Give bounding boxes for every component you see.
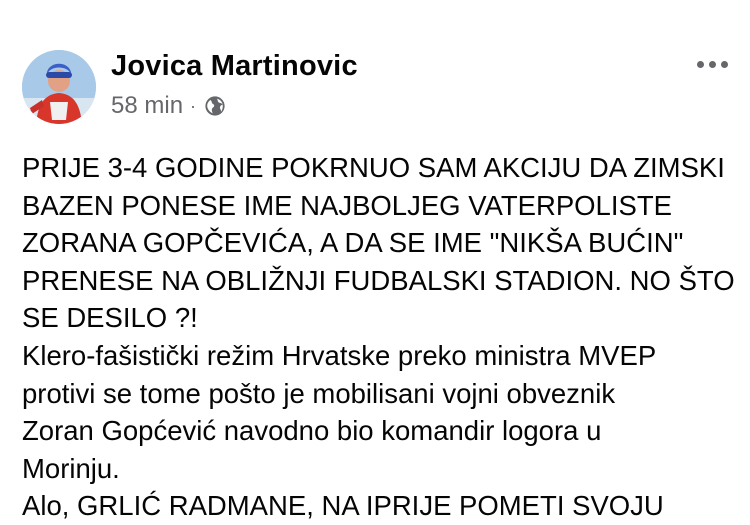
post-line: ZORANA GOPČEVIĆA, A DA SE IME "NIKŠA BUĆ…	[22, 227, 684, 259]
more-dot	[721, 61, 728, 68]
post-line: SE DESILO ?!	[22, 302, 198, 334]
post-timestamp[interactable]: 58 min	[111, 92, 183, 120]
more-options-icon[interactable]	[695, 55, 730, 74]
post-text: PRIJE 3-4 GODINE POKRNUO SAM AKCIJU DA Z…	[22, 149, 737, 525]
post-line: Zoran Gopćević navodno bio komandir logo…	[22, 415, 602, 447]
profile-photo	[22, 50, 96, 124]
more-dot	[697, 61, 704, 68]
author-name[interactable]: Jovica Martinovic	[111, 50, 358, 83]
post-line: Klero-fašistički režim Hrvatske preko mi…	[22, 339, 657, 371]
post-meta: 58 min ·	[111, 92, 226, 120]
post-line: Alo, GRLIĆ RADMANE, NA IPRIJE POMETI SVO…	[22, 490, 664, 522]
post-line: BAZEN PONESE IME NAJBOLJEG VATERPOLISTE	[22, 189, 672, 221]
more-dot	[709, 61, 716, 68]
post-line: protivi se tome pošto je mobilisani vojn…	[22, 377, 616, 409]
post-line: PRIJE 3-4 GODINE POKRNUO SAM AKCIJU DA Z…	[22, 152, 725, 183]
post-line: Morinju.	[22, 452, 120, 484]
post-avatar[interactable]	[22, 50, 96, 124]
meta-separator: ·	[190, 95, 197, 116]
globe-icon[interactable]	[204, 95, 226, 117]
post-line: PRENESE NA OBLIŽNJI FUDBALSKI STADION. N…	[22, 264, 735, 296]
